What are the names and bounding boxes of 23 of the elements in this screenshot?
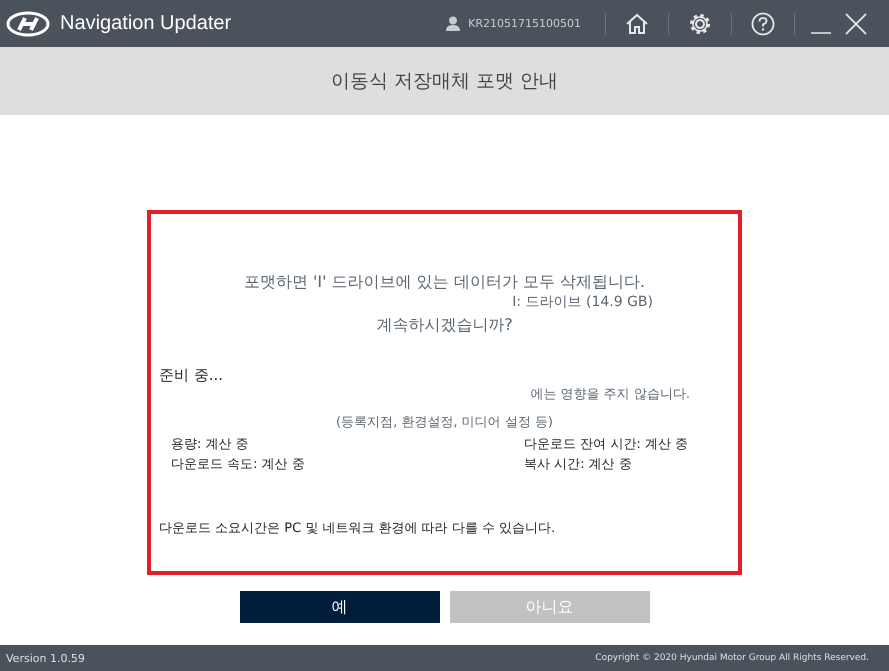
user-icon	[446, 16, 460, 31]
copyright-text: Copyright © 2020 Hyundai Motor Group All Rights Reserved.	[595, 653, 869, 663]
yes-button[interactable]: 예	[240, 591, 440, 623]
window-title: Navigation Updater	[60, 12, 232, 35]
status-text: 준비 중...	[159, 366, 224, 385]
format-warning: 포맷하면 'I' 드라이브에 있는 데이터가 모두 삭제됩니다.	[242, 272, 646, 293]
stat-text: 다운로드 속도: 계산 중	[171, 456, 305, 474]
version-text: Version 1.0.59	[6, 652, 85, 664]
continue-prompt: 계속하시겠습니까?	[375, 315, 514, 336]
stat-text: 용량: 계산 중	[171, 436, 250, 454]
stat-text: 복사 시간: 계산 중	[524, 456, 633, 474]
notice-text: 에는 영향을 주지 않습니다.	[530, 386, 690, 403]
close-icon[interactable]	[845, 12, 867, 34]
detail-text: (등록지점, 환경설정, 미디어 설정 등)	[335, 414, 554, 431]
settings-icon[interactable]	[688, 12, 712, 36]
footnote: 다운로드 소요시간은 PC 및 네트워크 환경에 따라 다를 수 있습니다.	[159, 520, 556, 537]
user-id: KR21051715100501	[468, 17, 581, 30]
page-title: 이동식 저장매체 포맷 안내	[330, 69, 558, 94]
stat-text: 다운로드 잔여 시간: 계산 중	[524, 436, 688, 454]
drive-label: I: 드라이브 (14.9 GB)	[512, 293, 653, 311]
home-icon[interactable]	[625, 12, 649, 34]
help-icon[interactable]	[751, 12, 775, 36]
logo-icon	[6, 10, 50, 36]
